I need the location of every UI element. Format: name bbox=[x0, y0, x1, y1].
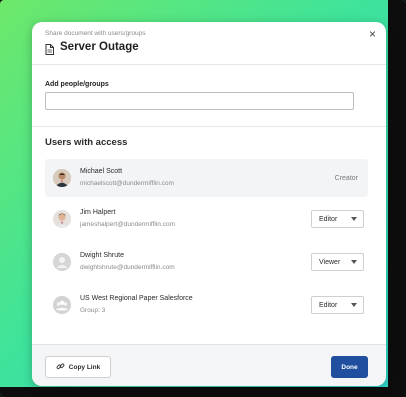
user-placeholder-icon bbox=[53, 253, 71, 271]
role-dropdown-value: Viewer bbox=[319, 258, 341, 266]
chevron-down-icon bbox=[351, 303, 357, 307]
user-name: Michael Scott bbox=[80, 168, 123, 175]
copy-link-button[interactable]: Copy Link bbox=[45, 356, 111, 378]
section-divider bbox=[32, 126, 386, 127]
role-dropdown[interactable]: Editor bbox=[311, 210, 364, 228]
users-with-access-heading: Users with access bbox=[45, 137, 128, 148]
copy-link-label: Copy Link bbox=[68, 363, 101, 371]
add-people-label: Add people/groups bbox=[45, 81, 109, 88]
chevron-down-icon bbox=[351, 217, 357, 221]
role-dropdown[interactable]: Viewer bbox=[311, 253, 364, 271]
user-email: michaelscott@dundermifflin.com bbox=[80, 180, 174, 187]
user-row: Jim Halpert jameshalpert@dundermifflin.c… bbox=[45, 200, 368, 238]
user-row: US West Regional Paper Salesforce Group:… bbox=[45, 286, 368, 324]
user-name: Jim Halpert bbox=[80, 209, 116, 216]
share-dialog: Share document with users/groups × Serve… bbox=[32, 22, 386, 386]
avatar bbox=[53, 169, 71, 187]
user-row: Dwight Shrute dwightshrute@dundermifflin… bbox=[45, 243, 368, 281]
role-dropdown[interactable]: Editor bbox=[311, 296, 364, 314]
header-divider bbox=[32, 64, 386, 65]
close-button[interactable]: × bbox=[369, 28, 376, 40]
add-people-input[interactable] bbox=[45, 92, 354, 110]
chevron-down-icon bbox=[351, 260, 357, 264]
role-dropdown-value: Editor bbox=[319, 301, 338, 309]
user-role: Creator bbox=[334, 174, 358, 182]
link-icon bbox=[56, 358, 65, 376]
user-row: Michael Scott michaelscott@dundermifflin… bbox=[45, 159, 368, 197]
document-icon bbox=[45, 42, 54, 55]
group-icon bbox=[53, 296, 71, 314]
user-email: dwightshrute@dundermifflin.com bbox=[80, 264, 175, 271]
title-row: Server Outage bbox=[45, 41, 139, 55]
dialog-footer: Copy Link Done bbox=[32, 344, 386, 386]
dialog-title: Server Outage bbox=[60, 41, 139, 53]
group-count: Group: 3 bbox=[80, 307, 106, 314]
user-name: US West Regional Paper Salesforce bbox=[80, 295, 193, 302]
done-button[interactable]: Done bbox=[331, 356, 368, 378]
user-name: Dwight Shrute bbox=[80, 252, 124, 259]
avatar bbox=[53, 210, 71, 228]
user-email: jameshalpert@dundermifflin.com bbox=[80, 221, 175, 228]
dialog-subtitle: Share document with users/groups bbox=[45, 30, 146, 37]
role-dropdown-value: Editor bbox=[319, 215, 338, 223]
